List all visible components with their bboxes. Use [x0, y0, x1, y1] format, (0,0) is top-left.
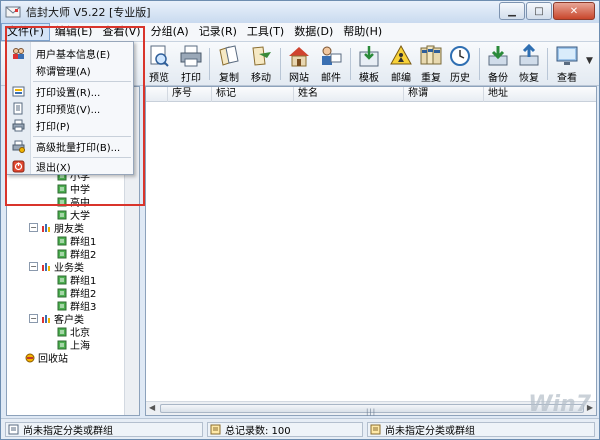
move-icon [252, 46, 271, 66]
move-button[interactable]: 移动 [246, 44, 276, 84]
group-icon [57, 236, 67, 245]
list-header: 序号 标记 姓名 称谓 地址 [146, 87, 596, 102]
scroll-thumb[interactable]: ||| [160, 404, 584, 416]
collapse-icon[interactable]: − [29, 262, 38, 271]
column-header-index[interactable]: 序号 [168, 87, 212, 102]
menu-title-manage[interactable]: 称谓管理(A) [7, 62, 133, 79]
template-icon [359, 46, 379, 67]
view-icon [556, 46, 578, 65]
app-icon [5, 6, 21, 18]
group-icon [57, 340, 67, 349]
group-icon [57, 249, 67, 258]
restore-icon [519, 44, 539, 66]
menu-edit[interactable]: 编辑(E) [50, 23, 98, 41]
menu-print-preview[interactable]: 打印预览(V)... [7, 100, 133, 117]
menu-view[interactable]: 查看(V) [97, 23, 145, 41]
scroll-left-icon[interactable]: ◀ [149, 403, 155, 412]
group-icon [57, 197, 67, 206]
website-button[interactable]: 网站 [284, 44, 314, 84]
backup-button[interactable]: 备份 [483, 44, 513, 84]
duplicate-button[interactable]: 重复 [416, 44, 446, 84]
toolbar-overflow-icon[interactable]: ▼ [586, 56, 593, 66]
users-icon [13, 48, 24, 59]
minimize-button[interactable]: ▁ [499, 2, 525, 20]
preview-button[interactable]: 预览 [144, 44, 174, 84]
column-header-select[interactable] [146, 87, 168, 102]
column-header-address[interactable]: 地址 [484, 87, 596, 102]
history-icon [450, 46, 470, 66]
column-header-name[interactable]: 姓名 [294, 87, 404, 102]
records-icon [210, 424, 221, 435]
column-header-title[interactable]: 称谓 [404, 87, 484, 102]
group-icon [57, 288, 67, 297]
window-title: 信封大师 V5.22 [专业版] [26, 6, 151, 19]
status-left: 尚未指定分类或群组 [5, 422, 203, 437]
group-icon [57, 301, 67, 310]
website-icon [289, 47, 309, 67]
menu-tools[interactable]: 工具(T) [242, 23, 289, 41]
maximize-button[interactable]: □ [526, 2, 552, 20]
view-button[interactable]: 查看 [552, 44, 582, 84]
menu-group[interactable]: 分组(A) [146, 23, 194, 41]
status-bar: 尚未指定分类或群组 总记录数: 100 尚未指定分类或群组 [1, 418, 599, 439]
menu-exit[interactable]: 退出(X) [7, 158, 133, 175]
main-window: 信封大师 V5.22 [专业版] ▁ □ ✕ 文件(F) 编辑(E) 查看(V)… [0, 0, 600, 440]
tree-node-recycle-bin[interactable]: 回收站 [25, 351, 68, 365]
menu-data[interactable]: 数据(D) [289, 23, 338, 41]
printer-icon [180, 45, 202, 67]
menu-help[interactable]: 帮助(H) [338, 23, 387, 41]
copy-icon [219, 45, 239, 66]
postcode-button[interactable]: 邮编 [386, 44, 416, 84]
copy-button[interactable]: 复制 [214, 44, 244, 84]
menu-bar: 文件(F) 编辑(E) 查看(V) 分组(A) 记录(R) 工具(T) 数据(D… [1, 23, 599, 42]
menu-record[interactable]: 记录(R) [194, 23, 242, 41]
group-icon [57, 210, 67, 219]
printer-icon [12, 119, 25, 132]
menu-print-settings[interactable]: 打印设置(R)... [7, 83, 133, 100]
menu-user-info[interactable]: 用户基本信息(E) [7, 45, 133, 62]
collapse-icon[interactable]: − [29, 223, 38, 232]
template-button[interactable]: 模板 [354, 44, 384, 84]
info-icon [8, 424, 19, 435]
title-bar: 信封大师 V5.22 [专业版] ▁ □ ✕ [1, 1, 599, 23]
menu-batch-print[interactable]: 高级批量打印(B)... [7, 138, 133, 155]
printer-settings-icon [12, 86, 25, 97]
status-middle: 总记录数: 100 [207, 422, 363, 437]
batch-print-icon [12, 140, 25, 153]
recycle-bin-icon [25, 353, 35, 362]
category-icon [42, 314, 50, 323]
category-icon [42, 223, 50, 232]
close-button[interactable]: ✕ [553, 2, 595, 20]
history-button[interactable]: 历史 [445, 44, 475, 84]
grip-icon: ||| [366, 408, 377, 416]
menu-print[interactable]: 打印(P) [7, 117, 133, 134]
group-status-icon [370, 424, 381, 435]
watermark: Win7 [528, 392, 591, 417]
group-icon [57, 327, 67, 336]
exit-icon [12, 160, 25, 173]
collapse-icon[interactable]: − [29, 314, 38, 323]
category-icon [42, 262, 50, 271]
print-button[interactable]: 打印 [176, 44, 206, 84]
column-header-flag[interactable]: 标记 [212, 87, 294, 102]
backup-icon [488, 46, 508, 66]
mail-icon [322, 46, 342, 65]
file-menu-dropdown: 用户基本信息(E) 称谓管理(A) 打印设置(R)... 打印预览(V)... … [6, 41, 134, 175]
record-list[interactable]: 序号 标记 姓名 称谓 地址 ◀ ||| ▶ [145, 86, 597, 416]
group-icon [57, 275, 67, 284]
restore-button[interactable]: 恢复 [514, 44, 544, 84]
preview-icon [150, 45, 169, 67]
duplicate-icon [420, 45, 442, 65]
postcode-icon [390, 44, 412, 65]
group-icon [57, 184, 67, 193]
menu-file[interactable]: 文件(F) [1, 23, 50, 41]
mail-button[interactable]: 邮件 [316, 44, 346, 84]
status-right: 尚未指定分类或群组 [367, 422, 595, 437]
print-preview-icon [13, 102, 23, 115]
